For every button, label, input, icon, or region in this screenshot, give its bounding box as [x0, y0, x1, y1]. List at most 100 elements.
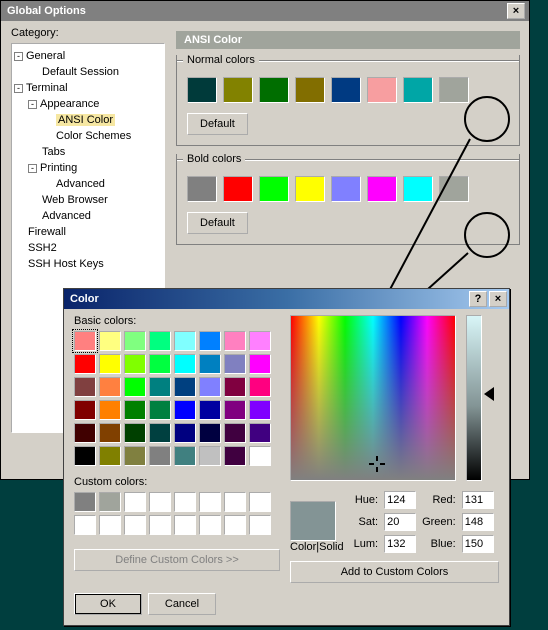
luminosity-bar[interactable]	[466, 315, 482, 481]
basic-color-swatch[interactable]	[199, 354, 221, 374]
basic-color-swatch[interactable]	[149, 354, 171, 374]
basic-color-swatch[interactable]	[224, 423, 246, 443]
bold-color-swatch[interactable]	[367, 176, 397, 202]
bold-color-swatch[interactable]	[439, 176, 469, 202]
tree-item-appearance[interactable]: Appearance	[40, 98, 99, 110]
luminosity-slider-icon[interactable]	[484, 387, 494, 401]
basic-color-swatch[interactable]	[124, 446, 146, 466]
basic-color-swatch[interactable]	[199, 377, 221, 397]
normal-color-swatch[interactable]	[259, 77, 289, 103]
basic-color-swatch[interactable]	[124, 377, 146, 397]
normal-color-swatch[interactable]	[367, 77, 397, 103]
custom-color-swatch[interactable]	[249, 492, 271, 512]
bold-color-swatch[interactable]	[223, 176, 253, 202]
basic-color-swatch[interactable]	[99, 446, 121, 466]
bold-color-swatch[interactable]	[187, 176, 217, 202]
normal-color-swatch[interactable]	[331, 77, 361, 103]
basic-color-swatch[interactable]	[74, 446, 96, 466]
tree-item-web-browser[interactable]: Web Browser	[42, 194, 108, 206]
tree-item-terminal[interactable]: Terminal	[26, 82, 68, 94]
basic-color-swatch[interactable]	[224, 446, 246, 466]
basic-color-swatch[interactable]	[149, 331, 171, 351]
custom-color-swatch[interactable]	[249, 515, 271, 535]
tree-item-printing[interactable]: Printing	[40, 162, 77, 174]
custom-color-swatch[interactable]	[174, 515, 196, 535]
sat-input[interactable]	[384, 513, 416, 531]
basic-color-swatch[interactable]	[74, 400, 96, 420]
add-to-custom-button[interactable]: Add to Custom Colors	[290, 561, 499, 583]
hue-input[interactable]	[384, 491, 416, 509]
tree-item-color-schemes[interactable]: Color Schemes	[56, 130, 131, 142]
basic-color-swatch[interactable]	[149, 377, 171, 397]
basic-color-swatch[interactable]	[199, 400, 221, 420]
tree-item-advanced[interactable]: Advanced	[42, 210, 91, 222]
basic-color-swatch[interactable]	[199, 423, 221, 443]
bold-default-button[interactable]: Default	[187, 212, 248, 234]
blue-input[interactable]	[462, 535, 494, 553]
basic-color-swatch[interactable]	[224, 331, 246, 351]
basic-color-swatch[interactable]	[149, 423, 171, 443]
basic-color-swatch[interactable]	[124, 423, 146, 443]
tree-item-default-session[interactable]: Default Session	[42, 66, 119, 78]
custom-color-swatch[interactable]	[124, 515, 146, 535]
close-icon[interactable]: ×	[489, 291, 507, 307]
basic-color-swatch[interactable]	[99, 377, 121, 397]
basic-color-swatch[interactable]	[124, 331, 146, 351]
custom-color-swatch[interactable]	[124, 492, 146, 512]
basic-color-swatch[interactable]	[149, 446, 171, 466]
basic-color-swatch[interactable]	[174, 400, 196, 420]
basic-color-swatch[interactable]	[124, 400, 146, 420]
custom-color-swatch[interactable]	[99, 492, 121, 512]
basic-color-swatch[interactable]	[174, 423, 196, 443]
basic-color-swatch[interactable]	[174, 377, 196, 397]
basic-color-swatch[interactable]	[74, 331, 96, 351]
normal-color-swatch[interactable]	[295, 77, 325, 103]
custom-color-swatch[interactable]	[199, 492, 221, 512]
custom-color-swatch[interactable]	[149, 492, 171, 512]
basic-color-swatch[interactable]	[249, 377, 271, 397]
basic-color-swatch[interactable]	[99, 400, 121, 420]
custom-color-swatch[interactable]	[174, 492, 196, 512]
custom-color-swatch[interactable]	[149, 515, 171, 535]
basic-color-swatch[interactable]	[224, 354, 246, 374]
collapse-icon[interactable]: -	[14, 84, 23, 93]
bold-color-swatch[interactable]	[403, 176, 433, 202]
basic-color-swatch[interactable]	[74, 423, 96, 443]
tree-item-ansi-color[interactable]: ANSI Color	[56, 114, 115, 126]
custom-color-swatch[interactable]	[99, 515, 121, 535]
basic-color-swatch[interactable]	[174, 331, 196, 351]
bold-color-swatch[interactable]	[259, 176, 289, 202]
normal-color-swatch[interactable]	[403, 77, 433, 103]
basic-color-swatch[interactable]	[249, 446, 271, 466]
normal-default-button[interactable]: Default	[187, 113, 248, 135]
tree-item-ssh2[interactable]: SSH2	[28, 242, 57, 254]
bold-color-swatch[interactable]	[295, 176, 325, 202]
tree-item-general[interactable]: General	[26, 50, 65, 62]
custom-color-swatch[interactable]	[74, 492, 96, 512]
tree-item-firewall[interactable]: Firewall	[28, 226, 66, 238]
color-gradient[interactable]	[290, 315, 456, 481]
green-input[interactable]	[462, 513, 494, 531]
basic-color-swatch[interactable]	[99, 331, 121, 351]
bold-color-swatch[interactable]	[331, 176, 361, 202]
basic-color-swatch[interactable]	[199, 331, 221, 351]
custom-color-swatch[interactable]	[224, 492, 246, 512]
red-input[interactable]	[462, 491, 494, 509]
basic-color-swatch[interactable]	[174, 446, 196, 466]
basic-color-swatch[interactable]	[249, 400, 271, 420]
normal-color-swatch[interactable]	[223, 77, 253, 103]
ok-button[interactable]: OK	[74, 593, 142, 615]
collapse-icon[interactable]: -	[28, 164, 37, 173]
basic-color-swatch[interactable]	[99, 423, 121, 443]
tree-item-advanced[interactable]: Advanced	[56, 178, 105, 190]
basic-color-swatch[interactable]	[124, 354, 146, 374]
custom-color-swatch[interactable]	[199, 515, 221, 535]
tree-item-tabs[interactable]: Tabs	[42, 146, 65, 158]
custom-color-swatch[interactable]	[74, 515, 96, 535]
normal-color-swatch[interactable]	[187, 77, 217, 103]
collapse-icon[interactable]: -	[14, 52, 23, 61]
basic-color-swatch[interactable]	[249, 331, 271, 351]
basic-color-swatch[interactable]	[174, 354, 196, 374]
basic-color-swatch[interactable]	[99, 354, 121, 374]
basic-color-swatch[interactable]	[74, 354, 96, 374]
